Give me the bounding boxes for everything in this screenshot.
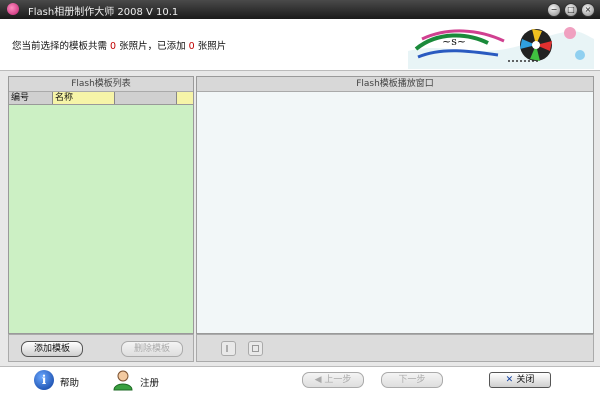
column-header-id[interactable]: 编号: [9, 92, 53, 104]
user-icon[interactable]: [112, 369, 134, 391]
template-list-title: Flash模板列表: [9, 77, 193, 92]
banner-graphic: ~s~: [408, 21, 594, 69]
template-list-toolbar: 添加模板 删除模板: [8, 334, 194, 362]
previous-step-button[interactable]: ◀ 上一步: [302, 372, 364, 388]
close-label: 关闭: [516, 375, 535, 385]
column-header-end[interactable]: [177, 92, 193, 104]
close-x-icon: ✕: [505, 375, 517, 385]
back-icon: ◀: [314, 375, 325, 385]
delete-template-button[interactable]: 删除模板: [121, 341, 183, 357]
preview-toolbar: [196, 334, 594, 362]
play-icon: [226, 345, 228, 352]
play-button[interactable]: [221, 341, 236, 356]
summary-prefix: 您当前选择的模板共需: [12, 41, 108, 52]
title-bar: Flash相册制作大师 2008 V 10.1 − □ ×: [0, 0, 600, 19]
next-step-label: 下一步: [398, 375, 426, 385]
svg-text:~s~: ~s~: [442, 35, 466, 48]
register-label[interactable]: 注册: [140, 375, 159, 389]
window-title: Flash相册制作大师 2008 V 10.1: [28, 7, 179, 18]
template-list-columns: 编号 名称: [9, 92, 193, 105]
required-photo-count: 0: [110, 41, 117, 52]
photo-count-summary: 您当前选择的模板共需 0 张照片，已添加 0 张照片: [12, 38, 226, 52]
column-header-blank[interactable]: [115, 92, 177, 104]
app-icon: [7, 3, 19, 15]
add-template-button[interactable]: 添加模板: [21, 341, 83, 357]
summary-middle: 张照片，已添加: [119, 41, 186, 52]
template-list-panel[interactable]: Flash模板列表 编号 名称: [8, 76, 194, 334]
close-button[interactable]: ✕ 关闭: [489, 372, 551, 388]
minimize-button[interactable]: −: [547, 3, 561, 17]
stop-button[interactable]: [248, 341, 263, 356]
next-step-button[interactable]: 下一步: [381, 372, 443, 388]
close-window-button[interactable]: ×: [581, 3, 595, 17]
summary-suffix: 张照片: [197, 41, 227, 52]
info-icon[interactable]: i: [34, 370, 54, 390]
column-header-name[interactable]: 名称: [53, 92, 115, 104]
help-label[interactable]: 帮助: [60, 375, 79, 389]
template-preview-title: Flash模板播放窗口: [197, 77, 593, 92]
template-preview-panel: Flash模板播放窗口: [196, 76, 594, 334]
stop-icon: [252, 345, 259, 352]
maximize-button[interactable]: □: [564, 3, 578, 17]
added-photo-count: 0: [188, 41, 195, 52]
previous-step-label: 上一步: [324, 375, 352, 385]
